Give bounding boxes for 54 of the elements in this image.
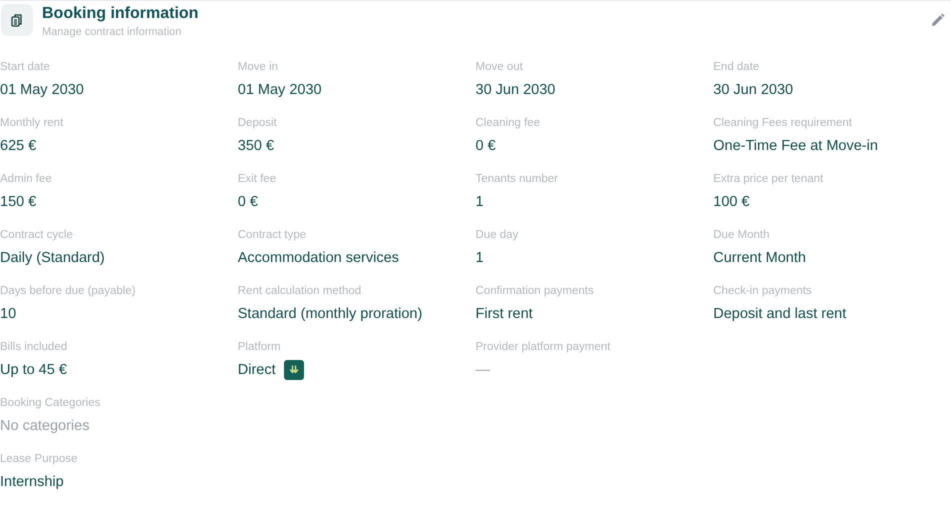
field-value: Standard (monthly proration): [238, 305, 422, 324]
field-value: Current Month: [713, 249, 806, 268]
field-label: Days before due (payable): [0, 284, 137, 299]
field-label: Start date: [0, 60, 51, 75]
field-label: Due Month: [713, 228, 771, 243]
field-value: 01 May 2030: [238, 81, 322, 100]
field-label: Check-in payments: [713, 284, 813, 299]
field-value: —: [476, 361, 490, 380]
field-value: 1: [476, 249, 484, 268]
field-label: Contract type: [238, 228, 308, 243]
field-value: 625 €: [0, 137, 36, 156]
field-value: Daily (Standard): [0, 249, 105, 268]
field-label: Platform: [238, 340, 282, 355]
field-value: 100 €: [713, 193, 750, 212]
field-value: Internship: [0, 473, 64, 492]
field-label: Booking Categories: [0, 396, 102, 411]
field-value: 30 Jun 2030: [713, 81, 794, 100]
field-value: 0 €: [476, 137, 496, 156]
edit-button[interactable]: [929, 11, 947, 29]
field-label: Monthly rent: [0, 116, 64, 131]
field-label: Tenants number: [476, 172, 559, 187]
field-value: Accommodation services: [238, 249, 399, 268]
field-value: One-Time Fee at Move-in: [713, 137, 878, 156]
field-value: Deposit and last rent: [713, 305, 846, 324]
field-label: Extra price per tenant: [713, 172, 824, 187]
field-label: Exit fee: [238, 172, 278, 187]
field-value: 10: [0, 305, 16, 324]
field-value: 30 Jun 2030: [476, 81, 556, 100]
section-title: Booking information: [42, 4, 198, 24]
field-label: Due day: [476, 228, 520, 243]
field-value: Up to 45 €: [0, 361, 67, 380]
field-value: No categories: [0, 417, 90, 436]
field-label: Admin fee: [0, 172, 53, 187]
field-value: Direct: [238, 361, 276, 380]
field-label: Lease Purpose: [0, 452, 78, 467]
field-label: Cleaning fee: [476, 116, 542, 131]
arrows-down-icon[interactable]: [284, 360, 304, 380]
field-label: Cleaning Fees requirement: [713, 116, 853, 131]
field-label: Bills included: [0, 340, 68, 355]
field-label: Confirmation payments: [476, 284, 595, 299]
field-value: 1: [476, 193, 484, 212]
field-value: First rent: [476, 305, 533, 324]
field-label: End date: [713, 60, 760, 75]
field-label: Deposit: [238, 116, 278, 131]
field-value: 150 €: [0, 193, 36, 212]
field-label: Rent calculation method: [238, 284, 362, 299]
field-value: 0 €: [238, 193, 258, 212]
field-value: 01 May 2030: [0, 81, 84, 100]
field-label: Provider platform payment: [476, 340, 612, 355]
field-value: 350 €: [238, 137, 274, 156]
field-label: Move in: [238, 60, 280, 75]
field-label: Move out: [476, 60, 524, 75]
section-subtitle: Manage contract information: [42, 25, 182, 39]
field-label: Contract cycle: [0, 228, 74, 243]
